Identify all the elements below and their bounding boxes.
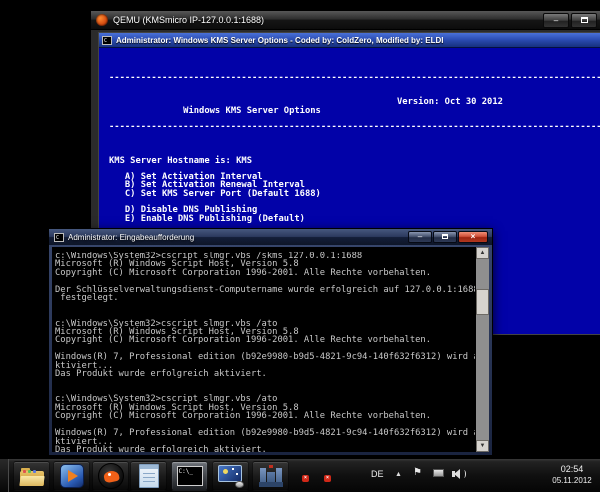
kms-menu-line: C) Set KMS Server Port (Default 1688) (109, 190, 600, 198)
cmd-console-output: c:\Windows\System32>cscript slmgr.vbs /s… (55, 252, 475, 452)
cmd-output-line: Windows(R) 7, Professional edition (b92e… (55, 429, 475, 437)
cmd-window-controls: – × (407, 231, 488, 243)
taskbar: C:\_ DE ▲ ⚑ × × 02:54 05.11.2012 (0, 458, 600, 492)
castle-app-icon (259, 465, 283, 487)
taskbar-left-edge (0, 459, 9, 492)
show-hidden-icons-chevron-icon[interactable]: ▲ (395, 471, 402, 478)
clock-date: 05.11.2012 (548, 475, 596, 486)
kms-window-title: Administrator: Windows KMS Server Option… (116, 36, 444, 45)
kms-header-row: Windows KMS Server Options Version: Oct … (109, 98, 600, 106)
notepad-icon (139, 464, 159, 488)
qemu-titlebar[interactable]: QEMU (KMSmicro IP-127.0.0.1:1688) – (91, 11, 600, 30)
cmd-titlebar[interactable]: C Administrator: Eingabeaufforderung – × (49, 229, 492, 245)
qemu-maximize-button[interactable] (571, 13, 597, 28)
cmd-output-line: Copyright (C) Microsoft Corporation 1996… (55, 269, 475, 277)
cmd-output-line: Copyright (C) Microsoft Corporation 1996… (55, 412, 475, 420)
command-prompt-icon: C:\_ (177, 466, 203, 486)
desktop: QEMU (KMSmicro IP-127.0.0.1:1688) – C Ad… (0, 0, 600, 492)
cmd-console-body: c:\Windows\System32>cscript slmgr.vbs /s… (52, 247, 489, 452)
cmd-output-line (55, 379, 475, 387)
explorer-folder-icon (20, 467, 44, 486)
display-settings-icon (218, 464, 244, 488)
cmd-output-line: Das Produkt wurde erfolgreich aktiviert. (55, 370, 475, 378)
clock-time: 02:54 (548, 464, 596, 475)
qemu-bird-icon (98, 463, 124, 489)
scrollbar-thumb[interactable] (476, 289, 489, 315)
action-center-flag-icon[interactable]: ⚑ (413, 467, 422, 478)
qemu-logo-icon (96, 14, 108, 26)
taskbar-clock[interactable]: 02:54 05.11.2012 (548, 464, 596, 486)
cmd-window: C Administrator: Eingabeaufforderung – ×… (48, 228, 493, 456)
console-icon: C (102, 36, 112, 45)
kms-titlebar[interactable]: C Administrator: Windows KMS Server Opti… (99, 33, 600, 48)
scrollbar-down-icon[interactable]: ▼ (476, 440, 489, 452)
kms-divider: ----------------------------------------… (109, 123, 600, 131)
cmd-output-line: festgelegt. (55, 294, 475, 302)
network-status-icon[interactable] (433, 469, 445, 479)
cmd-minimize-button[interactable]: – (408, 231, 432, 243)
taskbar-item-qemu[interactable] (92, 461, 129, 491)
taskbar-item-notepad[interactable] (130, 461, 167, 491)
cmd-output-line: Windows(R) 7, Professional edition (b92e… (55, 353, 475, 361)
media-player-icon (60, 464, 84, 488)
qemu-window-title: QEMU (KMSmicro IP-127.0.0.1:1688) (113, 15, 264, 25)
taskbar-item-explorer[interactable] (13, 461, 50, 491)
action-center-error-badge: × (302, 475, 309, 482)
network-error-badge: × (324, 475, 331, 482)
cmd-window-title: Administrator: Eingabeaufforderung (68, 233, 194, 242)
kms-menu-line: KMS Server Hostname is: KMS (109, 157, 600, 165)
maximize-icon (442, 234, 448, 239)
scrollbar-up-icon[interactable]: ▲ (476, 247, 489, 259)
taskbar-item-castle-app[interactable] (252, 461, 289, 491)
language-indicator[interactable]: DE (371, 469, 384, 479)
taskbar-item-cmd[interactable]: C:\_ (171, 461, 208, 491)
taskbar-item-media-player[interactable] (53, 461, 90, 491)
maximize-icon (581, 17, 588, 23)
kms-version-label: Version: Oct 30 2012 (397, 98, 503, 106)
cmd-scrollbar[interactable]: ▲ ▼ (476, 247, 489, 452)
cmd-output-line: Copyright (C) Microsoft Corporation 1996… (55, 336, 475, 344)
qemu-window-controls: – (543, 13, 597, 28)
qemu-minimize-button[interactable]: – (543, 13, 569, 28)
cmd-maximize-button[interactable] (433, 231, 457, 243)
cmd-close-button[interactable]: × (458, 231, 488, 243)
kms-divider: ----------------------------------------… (109, 74, 600, 82)
kms-menu-line: E) Enable DNS Publishing (Default) (109, 215, 600, 223)
kms-header-title: Windows KMS Server Options (173, 106, 321, 116)
cmd-output-line: Das Produkt wurde erfolgreich aktiviert. (55, 446, 475, 452)
volume-icon[interactable] (452, 469, 466, 480)
cmd-console-icon: C (54, 233, 64, 242)
cmd-output-line (55, 303, 475, 311)
taskbar-item-display-settings[interactable] (212, 461, 249, 491)
